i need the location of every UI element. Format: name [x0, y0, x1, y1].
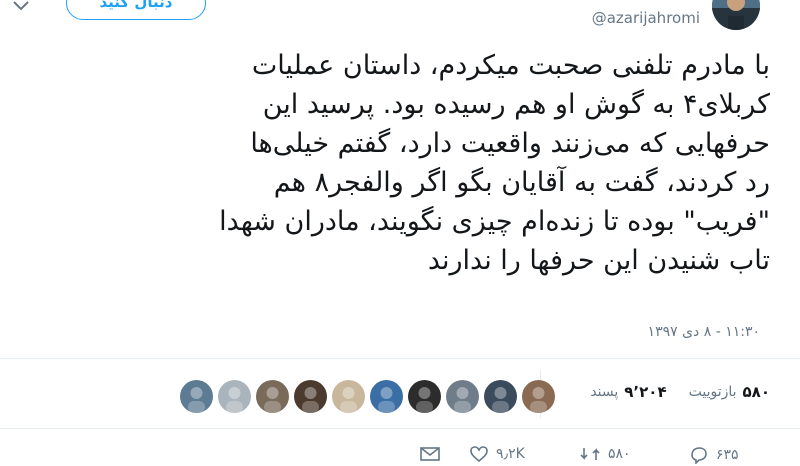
liker-avatar[interactable]: [180, 380, 213, 413]
divider: [0, 428, 800, 429]
retweets-count: ۵۸۰: [742, 383, 770, 401]
envelope-icon: [420, 447, 440, 461]
retweets-label: بازتوییت: [688, 384, 737, 400]
reply-icon: [691, 447, 707, 464]
retweet-count: ۵۸۰: [608, 446, 631, 462]
like-button[interactable]: ۹٫۲K: [470, 446, 525, 462]
like-count: ۹٫۲K: [496, 446, 525, 462]
retweet-icon: [580, 448, 600, 460]
retweets-stat[interactable]: ۵۸۰ بازتوییت: [689, 383, 770, 401]
retweet-button[interactable]: ۵۸۰: [580, 446, 631, 462]
reply-count: ۶۳۵: [716, 447, 739, 463]
likes-count: ۹٬۲۰۴: [624, 383, 667, 401]
liker-avatar[interactable]: [218, 380, 251, 413]
liker-avatars: [180, 380, 555, 413]
follow-button[interactable]: دنبال کنید: [66, 0, 206, 20]
likes-label: پسند: [590, 384, 619, 400]
liker-avatar[interactable]: [408, 380, 441, 413]
liker-avatar[interactable]: [256, 380, 289, 413]
avatar[interactable]: [712, 0, 760, 30]
liker-avatar[interactable]: [370, 380, 403, 413]
user-handle[interactable]: @azarijahromi: [592, 9, 700, 27]
heart-icon: [470, 446, 488, 462]
dm-button[interactable]: [420, 446, 440, 462]
reply-button[interactable]: ۶۳۵: [690, 446, 739, 464]
divider: [0, 358, 800, 359]
tweet-stats: ۵۸۰ بازتوییت ۹٬۲۰۴ پسند: [590, 383, 770, 401]
chevron-down-icon[interactable]: [10, 0, 32, 14]
tweet-text: با مادرم تلفنی صحبت میکردم، داستان عملیا…: [219, 50, 770, 276]
liker-avatar[interactable]: [446, 380, 479, 413]
liker-avatar[interactable]: [522, 380, 555, 413]
liker-avatar[interactable]: [294, 380, 327, 413]
liker-avatar[interactable]: [484, 380, 517, 413]
tweet-timestamp[interactable]: ۱۱:۳۰ - ۸ دی ۱۳۹۷: [648, 324, 760, 340]
liker-avatar[interactable]: [332, 380, 365, 413]
likes-stat[interactable]: ۹٬۲۰۴ پسند: [590, 383, 666, 401]
tweet-actions: ۶۳۵ ۵۸۰ ۹٫۲K: [0, 446, 800, 466]
